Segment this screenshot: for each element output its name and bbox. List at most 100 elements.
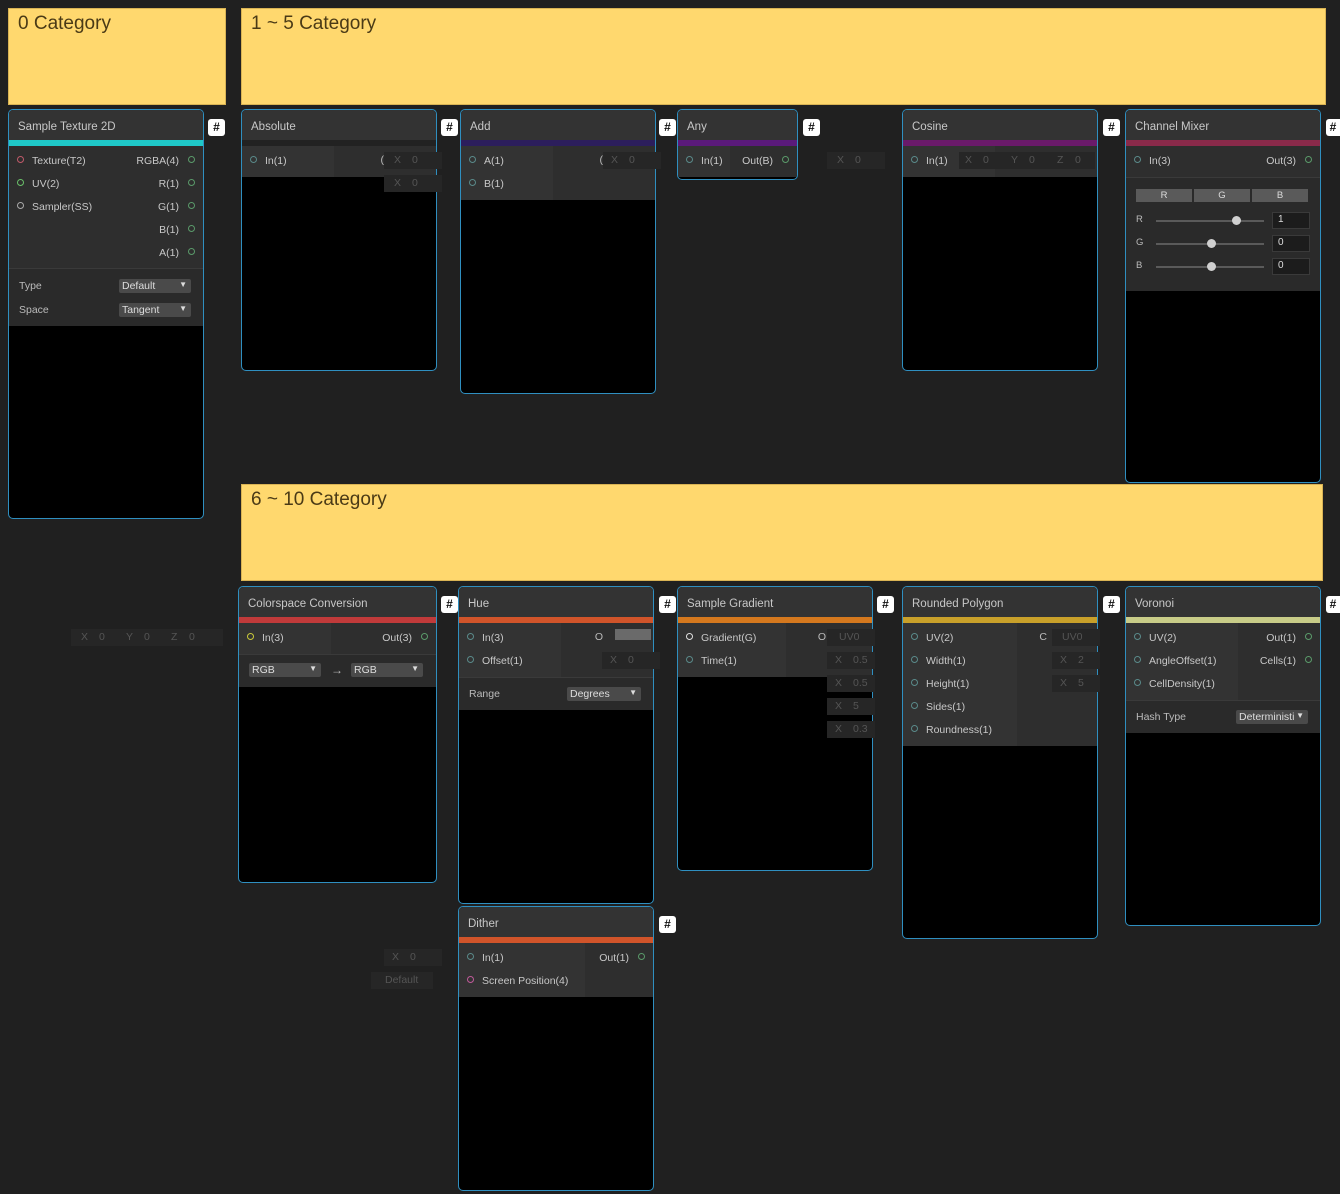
input-field-roundness[interactable]: X 0.3 [827,721,875,738]
input-field-cell-density[interactable]: X5 [1052,675,1100,692]
port-dot[interactable] [911,633,918,640]
screen-position-dropdown[interactable]: Default [371,972,433,989]
node-dither[interactable]: Dither In(1) Screen Position(4) Out(1) [458,906,654,1191]
tab-r[interactable]: R [1136,189,1192,202]
number-field-b[interactable]: 0 [1272,258,1310,275]
input-field-a-x[interactable]: X0 [384,152,442,169]
input-port-screen-position[interactable]: Screen Position(4) [459,970,653,993]
node-header[interactable]: Sample Gradient [678,587,872,617]
port-dot[interactable] [1305,656,1312,663]
node-header[interactable]: Channel Mixer [1126,110,1320,140]
node-header[interactable]: Absolute [242,110,436,140]
hash-type-dropdown[interactable]: Deterministi ▼ [1236,710,1308,724]
space-dropdown[interactable]: Tangent ▼ [119,303,191,317]
hash-icon[interactable]: # [441,119,458,136]
hash-icon[interactable]: # [877,596,894,613]
node-absolute[interactable]: Absolute In(1) ( [241,109,437,371]
port-dot[interactable] [467,976,474,983]
port-dot[interactable] [911,679,918,686]
node-colorspace-conversion[interactable]: Colorspace Conversion In(3) Out(3) RGB ▼ … [238,586,437,883]
input-field-cosine-x[interactable]: X0 [827,152,885,169]
port-dot[interactable] [467,633,474,640]
output-port-out[interactable]: Out(3) [239,627,436,650]
tab-g[interactable]: G [1194,189,1250,202]
port-dot[interactable] [188,156,195,163]
port-dot[interactable] [469,156,476,163]
slider-r[interactable] [1156,220,1264,222]
sticky-note-6-10-category[interactable]: 6 ~ 10 Category [241,484,1323,581]
output-port-cells[interactable]: Cells(1) [1126,650,1320,673]
port-dot[interactable] [188,248,195,255]
hash-icon[interactable]: # [1103,119,1120,136]
node-header[interactable]: Colorspace Conversion [239,587,436,617]
hash-icon[interactable]: # [441,596,458,613]
port-dot[interactable] [467,656,474,663]
uv-channel-dropdown[interactable]: UV0 [1052,629,1100,646]
hash-icon[interactable]: # [803,119,820,136]
input-field-width[interactable]: X 0.5 [827,652,875,669]
inline-field[interactable] [230,153,235,170]
output-port-g[interactable]: G(1) [9,196,203,219]
input-field-any-x[interactable]: X0 [603,152,661,169]
port-dot[interactable] [421,633,428,640]
output-port-rgba[interactable]: RGBA(4) [9,150,203,173]
number-field-g[interactable]: 0 [1272,235,1310,252]
slider-knob-b[interactable] [1207,262,1216,271]
hash-icon[interactable]: # [1326,119,1340,136]
port-dot[interactable] [1305,156,1312,163]
port-dot[interactable] [1134,679,1141,686]
port-dot[interactable] [188,225,195,232]
hash-icon[interactable]: # [208,119,225,136]
output-port-a[interactable]: A(1) [9,242,203,265]
node-header[interactable]: Rounded Polygon [903,587,1097,617]
node-header[interactable]: Sample Texture 2D [9,110,203,140]
node-header[interactable]: Dither [459,907,653,937]
sticky-note-1-5-category[interactable]: 1 ~ 5 Category [241,8,1326,105]
hash-icon[interactable]: # [1103,596,1120,613]
number-field-r[interactable]: 1 [1272,212,1310,229]
input-field-hue-offset-x[interactable]: X0 [602,652,660,669]
vector3-field[interactable]: X0 Y0 Z0 [959,152,1095,169]
node-voronoi[interactable]: Voronoi UV(2) AngleOffset(1) CellDensity… [1125,586,1321,926]
input-field-dither-in-x[interactable]: X0 [384,949,442,966]
port-dot[interactable] [188,202,195,209]
input-port-b[interactable]: B(1) [461,173,655,196]
node-cosine[interactable]: Cosine In(1) X0 Y0 Z0 [902,109,1098,371]
hash-icon[interactable]: # [659,119,676,136]
to-space-dropdown[interactable]: RGB ▼ [351,663,423,677]
input-port-roundness[interactable]: Roundness(1) [903,719,1097,742]
port-dot[interactable] [469,179,476,186]
node-header[interactable]: Cosine [903,110,1097,140]
range-dropdown[interactable]: Degrees ▼ [567,687,641,701]
node-header[interactable]: Add [461,110,655,140]
input-field-height[interactable]: X 0.5 [827,675,875,692]
port-dot[interactable] [911,702,918,709]
node-sample-texture-2d[interactable]: Sample Texture 2D Texture(T2) UV(2) Samp… [8,109,204,519]
from-space-dropdown[interactable]: RGB ▼ [249,663,321,677]
port-dot[interactable] [911,656,918,663]
hash-icon[interactable]: # [1326,596,1340,613]
input-port-sides[interactable]: Sides(1) [903,696,1097,719]
port-dot[interactable] [1305,633,1312,640]
output-port-out[interactable]: Out(1) [459,947,653,970]
sticky-note-0-category[interactable]: 0 Category [8,8,226,105]
node-channel-mixer[interactable]: Channel Mixer In(3) Out(3) R G B R 1 G 0… [1125,109,1321,483]
slider-knob-r[interactable] [1232,216,1241,225]
port-dot[interactable] [250,156,257,163]
vector3-field-colorspace-in[interactable]: X0 Y0 Z0 [71,629,223,646]
input-port-cell-density[interactable]: CellDensity(1) [1126,673,1320,696]
node-header[interactable]: Any [678,110,797,140]
port-dot[interactable] [911,156,918,163]
input-field-angle-offset[interactable]: X2 [1052,652,1100,669]
port-dot[interactable] [686,633,693,640]
output-port-r[interactable]: R(1) [9,173,203,196]
port-dot[interactable] [782,156,789,163]
port-dot[interactable] [911,725,918,732]
hash-icon[interactable]: # [659,596,676,613]
hash-icon[interactable]: # [659,916,676,933]
node-header[interactable]: Hue [459,587,653,617]
tab-b[interactable]: B [1252,189,1308,202]
type-dropdown[interactable]: Default ▼ [119,279,191,293]
port-dot[interactable] [188,179,195,186]
output-port-out[interactable]: Out(3) [1126,150,1320,173]
